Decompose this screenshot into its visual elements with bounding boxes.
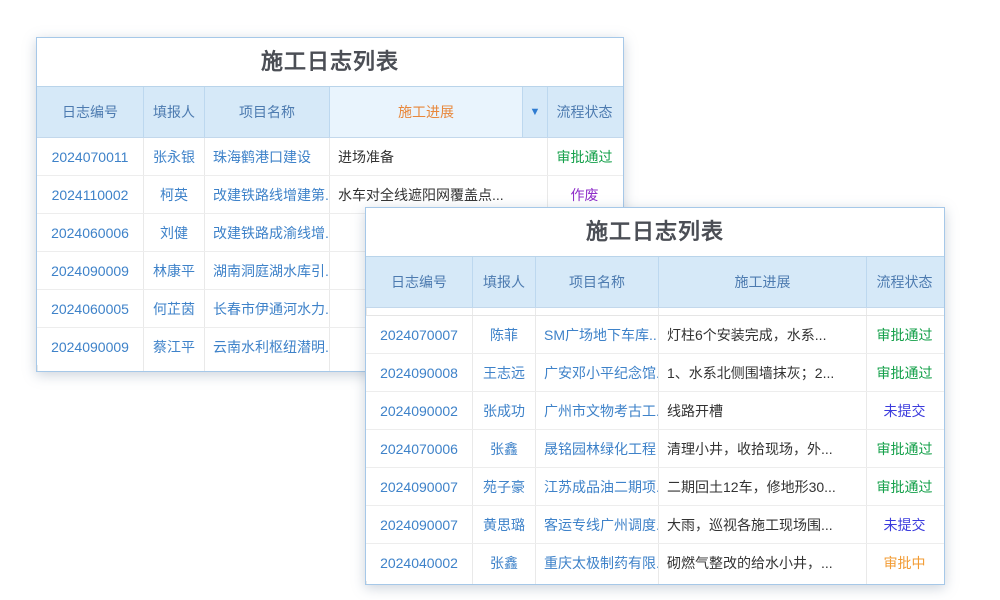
reporter-link[interactable]: 陈菲 — [472, 316, 535, 353]
reporter-link[interactable]: 黄思璐 — [472, 506, 535, 543]
table1-header-row: 日志编号 填报人 项目名称 施工进展 ▼ 流程状态 — [37, 87, 623, 138]
table1-header-log-no: 日志编号 — [37, 87, 143, 137]
log-no-link[interactable]: 2024070006 — [366, 430, 472, 467]
reporter-link[interactable]: 张永银 — [143, 138, 204, 175]
project-link[interactable]: 湖南洞庭湖水库引... — [204, 252, 329, 289]
project-link[interactable]: SM广场地下车库... — [535, 316, 658, 353]
project-link[interactable]: 重庆太极制药有限... — [535, 544, 658, 581]
table-row[interactable]: 2024090002 张成功 广州市文物考古工... 线路开槽 未提交 — [366, 391, 944, 429]
table-row[interactable]: 2024090008 王志远 广安邓小平纪念馆... 1、水系北侧围墙抹灰；2.… — [366, 353, 944, 391]
status-badge: 未提交 — [866, 506, 942, 543]
project-link[interactable]: 客运专线广州调度... — [535, 506, 658, 543]
log-no-link[interactable]: 2024060005 — [37, 290, 143, 327]
reporter-link[interactable]: 王志远 — [472, 354, 535, 391]
table1-title: 施工日志列表 — [37, 38, 623, 87]
project-link[interactable]: 广安邓小平纪念馆... — [535, 354, 658, 391]
progress-text: 清理小井，收拾现场，外... — [658, 430, 866, 467]
reporter-link[interactable]: 张成功 — [472, 392, 535, 429]
status-badge: 审批通过 — [866, 354, 942, 391]
reporter-link[interactable]: 张鑫 — [472, 544, 535, 581]
reporter-link[interactable]: 刘健 — [143, 214, 204, 251]
partial-scrolled-row — [366, 308, 944, 316]
progress-text: 灯柱6个安装完成，水系... — [658, 316, 866, 353]
table-row[interactable]: 2024090007 苑子豪 江苏成品油二期项... 二期回土12车，修地形30… — [366, 467, 944, 505]
status-badge: 审批通过 — [866, 468, 942, 505]
status-badge: 未提交 — [866, 392, 942, 429]
status-badge: 审批中 — [866, 544, 942, 581]
table2-header-project: 项目名称 — [535, 257, 658, 307]
log-no-link[interactable]: 2024040002 — [366, 544, 472, 581]
table-row[interactable]: 2024070011 张永银 珠海鹤港口建设 进场准备 审批通过 — [37, 138, 623, 175]
table1-header-project: 项目名称 — [204, 87, 329, 137]
table2-header-progress: 施工进展 — [658, 257, 866, 307]
construction-log-table-2: 施工日志列表 日志编号 填报人 项目名称 施工进展 流程状态 202407000… — [365, 207, 945, 585]
log-no-link[interactable]: 2024070011 — [37, 138, 143, 175]
status-badge: 审批通过 — [866, 430, 942, 467]
log-no-link[interactable]: 2024110002 — [37, 176, 143, 213]
table2-bottom-strip — [366, 581, 944, 584]
log-no-link[interactable]: 2024090007 — [366, 506, 472, 543]
table1-header-reporter: 填报人 — [143, 87, 204, 137]
log-no-link[interactable]: 2024090008 — [366, 354, 472, 391]
progress-text: 进场准备 — [329, 138, 547, 175]
status-badge: 审批通过 — [547, 138, 621, 175]
log-no-link[interactable]: 2024090007 — [366, 468, 472, 505]
log-no-link[interactable]: 2024090009 — [37, 328, 143, 365]
reporter-link[interactable]: 林康平 — [143, 252, 204, 289]
reporter-link[interactable]: 苑子豪 — [472, 468, 535, 505]
table2-header-status: 流程状态 — [866, 257, 942, 307]
log-no-link[interactable]: 2024090002 — [366, 392, 472, 429]
project-link[interactable]: 改建铁路成渝线增... — [204, 214, 329, 251]
table-row[interactable]: 2024040002 张鑫 重庆太极制药有限... 砌燃气整改的给水小井，...… — [366, 543, 944, 581]
project-link[interactable]: 改建铁路线增建第... — [204, 176, 329, 213]
reporter-link[interactable]: 张鑫 — [472, 430, 535, 467]
progress-text: 二期回土12车，修地形30... — [658, 468, 866, 505]
table1-header-progress-filter[interactable]: 施工进展 — [329, 87, 522, 137]
reporter-link[interactable]: 何芷茵 — [143, 290, 204, 327]
progress-text: 砌燃气整改的给水小井，... — [658, 544, 866, 581]
page-background: 施工日志列表 日志编号 填报人 项目名称 施工进展 ▼ 流程状态 2024070… — [0, 0, 1000, 600]
project-link[interactable]: 云南水利枢纽潜明... — [204, 328, 329, 365]
table2-body: 2024070007 陈菲 SM广场地下车库... 灯柱6个安装完成，水系...… — [366, 316, 944, 584]
table-row[interactable]: 2024070006 张鑫 晟铭园林绿化工程 清理小井，收拾现场，外... 审批… — [366, 429, 944, 467]
progress-text: 1、水系北侧围墙抹灰；2... — [658, 354, 866, 391]
table2-title: 施工日志列表 — [366, 208, 944, 257]
status-badge: 审批通过 — [866, 316, 942, 353]
table1-header-status: 流程状态 — [547, 87, 621, 137]
table-row[interactable]: 2024070007 陈菲 SM广场地下车库... 灯柱6个安装完成，水系...… — [366, 316, 944, 353]
log-no-link[interactable]: 2024090009 — [37, 252, 143, 289]
progress-text: 线路开槽 — [658, 392, 866, 429]
project-link[interactable]: 长春市伊通河水力... — [204, 290, 329, 327]
project-link[interactable]: 广州市文物考古工... — [535, 392, 658, 429]
progress-text: 大雨，巡视各施工现场围... — [658, 506, 866, 543]
table-row[interactable]: 2024090007 黄思璐 客运专线广州调度... 大雨，巡视各施工现场围..… — [366, 505, 944, 543]
filter-dropdown-icon[interactable]: ▼ — [522, 87, 547, 137]
project-link[interactable]: 晟铭园林绿化工程 — [535, 430, 658, 467]
table2-header-log-no: 日志编号 — [366, 257, 472, 307]
reporter-link[interactable]: 柯英 — [143, 176, 204, 213]
reporter-link[interactable]: 蔡江平 — [143, 328, 204, 365]
table2-header-reporter: 填报人 — [472, 257, 535, 307]
log-no-link[interactable]: 2024070007 — [366, 316, 472, 353]
project-link[interactable]: 江苏成品油二期项... — [535, 468, 658, 505]
project-link[interactable]: 珠海鹤港口建设 — [204, 138, 329, 175]
log-no-link[interactable]: 2024060006 — [37, 214, 143, 251]
table2-header-row: 日志编号 填报人 项目名称 施工进展 流程状态 — [366, 257, 944, 308]
